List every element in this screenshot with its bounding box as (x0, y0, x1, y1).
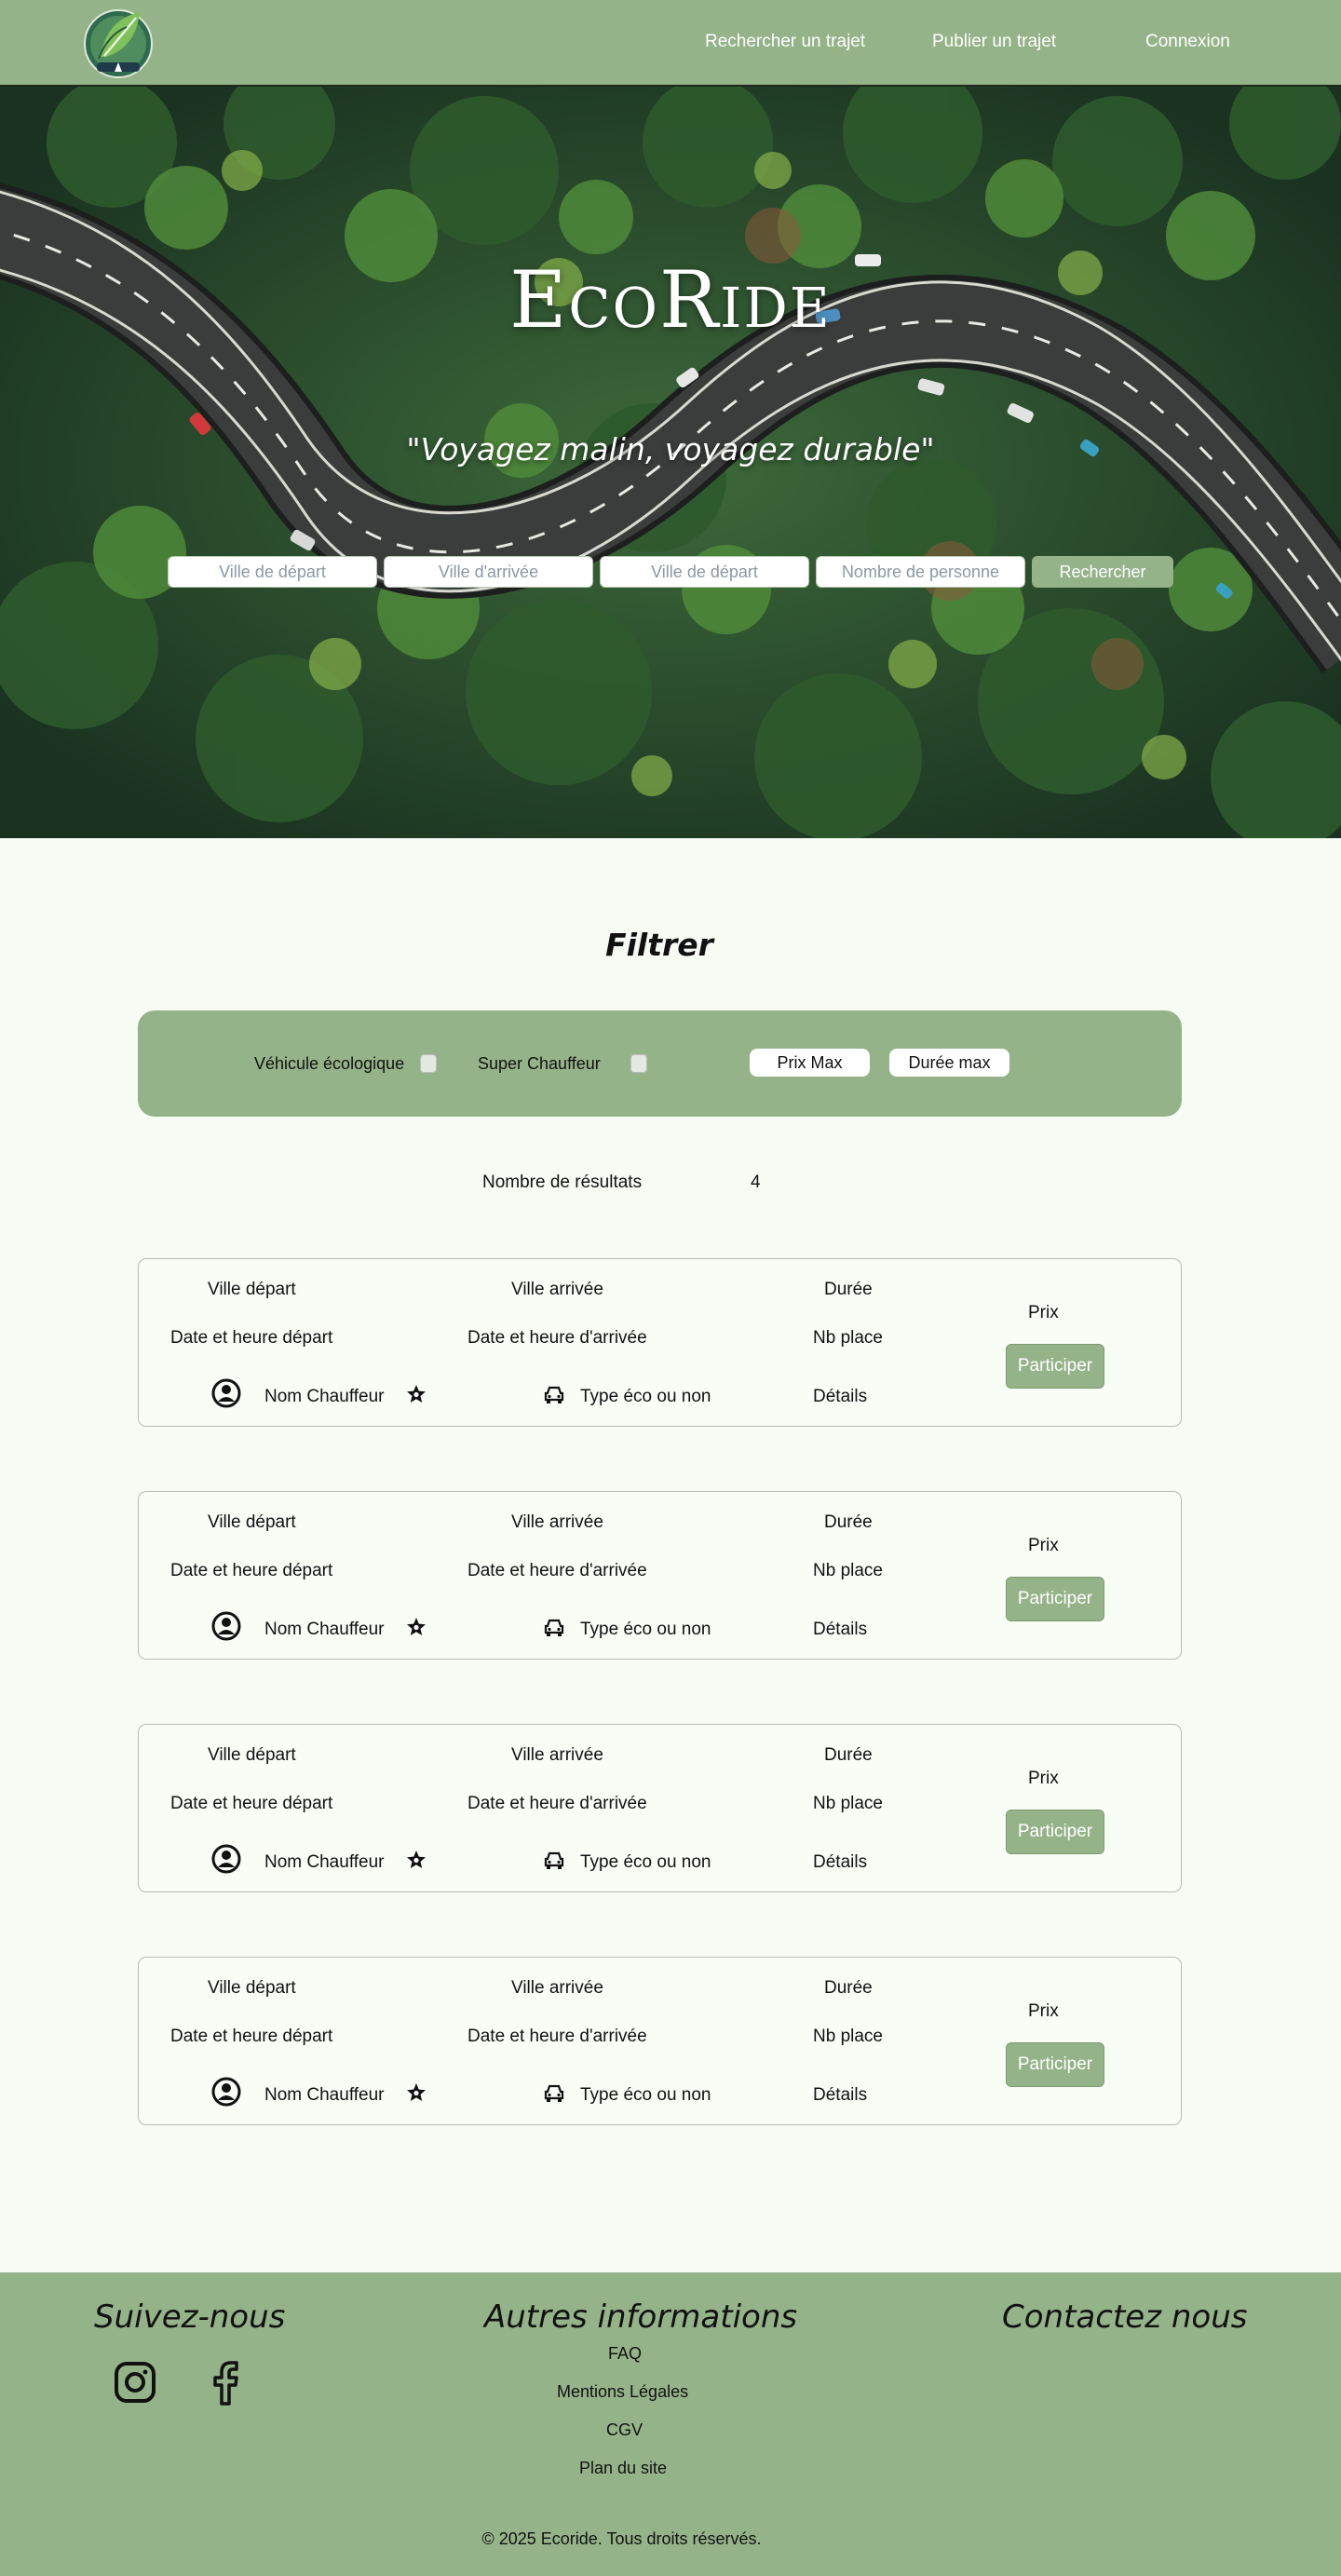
trip-duration: Durée (824, 1745, 873, 1765)
trip-details-link[interactable]: Détails (813, 1852, 867, 1873)
departure-city: Ville départ (208, 1512, 296, 1532)
vehicle-type: Type éco ou non (580, 1620, 711, 1639)
nav-search-trip[interactable]: Rechercher un trajet (705, 32, 865, 52)
trip-duration: Durée (824, 1280, 873, 1299)
trip-card: Ville départ Ville arrivée Durée Prix Da… (138, 1491, 1182, 1660)
price-max-filter[interactable]: Prix Max (750, 1049, 870, 1077)
nav-login[interactable]: Connexion (1145, 32, 1230, 52)
driver-name: Nom Chauffeur (264, 1852, 385, 1872)
departure-city: Ville départ (208, 1280, 296, 1299)
filter-panel: Véhicule écologique Super Chauffeur Prix… (138, 1010, 1182, 1117)
star-icon (407, 1618, 426, 1635)
arrival-datetime: Date et heure d'arrivée (467, 2027, 647, 2046)
nav-publish-trip[interactable]: Publier un trajet (932, 32, 1056, 52)
footer-link-faq[interactable]: FAQ (608, 2344, 642, 2364)
user-circle-icon (211, 1378, 241, 1408)
super-driver-label: Super Chauffeur (478, 1054, 601, 1073)
top-navbar: Rechercher un trajet Publier un trajet C… (0, 0, 1341, 87)
trip-card: Ville départ Ville arrivée Durée Prix Da… (138, 1724, 1182, 1892)
trip-card: Ville départ Ville arrivée Durée Prix Da… (138, 1957, 1182, 2125)
trip-price: Prix (1028, 1769, 1059, 1788)
departure-city: Ville départ (208, 1978, 296, 1998)
eco-vehicle-label: Véhicule écologique (254, 1054, 405, 1073)
trip-details-link[interactable]: Détails (813, 1620, 867, 1640)
available-seats: Nb place (813, 1328, 883, 1348)
participate-button[interactable]: Participer (1006, 2042, 1104, 2087)
participate-button[interactable]: Participer (1006, 1577, 1104, 1621)
site-footer: Suivez-nous Autres informations Contacte… (0, 2272, 1341, 2576)
vehicle-type: Type éco ou non (580, 2085, 711, 2105)
contact-us-title: Contactez nous (1002, 2298, 1248, 2336)
departure-datetime: Date et heure départ (170, 2027, 333, 2046)
instagram-icon[interactable] (114, 2361, 156, 2404)
star-icon (407, 1851, 426, 1868)
driver-name: Nom Chauffeur (264, 1620, 385, 1639)
user-circle-icon (211, 1844, 241, 1874)
arrival-datetime: Date et heure d'arrivée (467, 1794, 647, 1813)
arrival-datetime: Date et heure d'arrivée (467, 1328, 647, 1348)
star-icon (407, 2083, 426, 2101)
departure-datetime: Date et heure départ (170, 1328, 333, 1348)
passenger-count-input[interactable] (816, 556, 1025, 588)
available-seats: Nb place (813, 1561, 883, 1580)
car-icon (544, 1386, 564, 1403)
driver-name: Nom Chauffeur (264, 2085, 385, 2105)
car-icon (544, 1851, 564, 1869)
ecoride-logo[interactable] (82, 3, 155, 83)
available-seats: Nb place (813, 1794, 883, 1813)
hero-tagline: "Voyagez malin, voyagez durable" (406, 431, 935, 468)
hero-section: EcoRide "Voyagez malin, voyagez durable" (0, 87, 1341, 838)
eco-vehicle-checkbox[interactable] (420, 1054, 437, 1073)
arrival-city-input[interactable] (384, 556, 593, 588)
departure-datetime: Date et heure départ (170, 1561, 333, 1580)
filter-title: Filtrer (605, 927, 713, 963)
footer-link-sitemap[interactable]: Plan du site (579, 2459, 667, 2478)
departure-city: Ville départ (208, 1745, 296, 1765)
copyright-text: © 2025 Ecoride. Tous droits réservés. (481, 2529, 762, 2548)
departure-date-input[interactable] (600, 556, 809, 588)
footer-link-legal[interactable]: Mentions Légales (557, 2382, 688, 2402)
facebook-icon[interactable] (212, 2361, 238, 2406)
hero-title: EcoRide (509, 254, 832, 346)
departure-datetime: Date et heure départ (170, 1794, 333, 1813)
arrival-city: Ville arrivée (511, 1978, 603, 1998)
trip-duration: Durée (824, 1978, 873, 1998)
user-circle-icon (211, 1611, 241, 1641)
user-circle-icon (211, 2077, 241, 2107)
arrival-city: Ville arrivée (511, 1745, 603, 1765)
results-count-value: 4 (751, 1173, 761, 1192)
vehicle-type: Type éco ou non (580, 1852, 711, 1872)
star-icon (407, 1385, 426, 1403)
available-seats: Nb place (813, 2027, 883, 2046)
trip-details-link[interactable]: Détails (813, 1387, 867, 1407)
other-info-title: Autres informations (484, 2298, 798, 2336)
arrival-city: Ville arrivée (511, 1280, 603, 1299)
footer-link-cgv[interactable]: CGV (606, 2420, 643, 2440)
leaf-logo-icon (84, 9, 153, 78)
trip-details-link[interactable]: Détails (813, 2085, 867, 2106)
super-driver-checkbox[interactable] (630, 1054, 647, 1073)
arrival-datetime: Date et heure d'arrivée (467, 1561, 647, 1580)
trip-price: Prix (1028, 1303, 1059, 1322)
participate-button[interactable]: Participer (1006, 1810, 1104, 1854)
participate-button[interactable]: Participer (1006, 1344, 1104, 1389)
search-button[interactable]: Rechercher (1032, 556, 1173, 588)
car-icon (544, 1619, 564, 1636)
trip-duration: Durée (824, 1512, 873, 1532)
follow-us-title: Suivez-nous (94, 2298, 286, 2336)
departure-city-input[interactable] (168, 556, 377, 588)
trip-price: Prix (1028, 1536, 1059, 1555)
duration-max-filter[interactable]: Durée max (889, 1049, 1009, 1077)
results-count-label: Nombre de résultats (482, 1173, 643, 1192)
arrival-city: Ville arrivée (511, 1512, 603, 1532)
trip-price: Prix (1028, 2001, 1059, 2021)
driver-name: Nom Chauffeur (264, 1387, 385, 1406)
trip-card: Ville départ Ville arrivée Durée Prix Da… (138, 1258, 1182, 1427)
vehicle-type: Type éco ou non (580, 1387, 711, 1406)
car-icon (544, 2084, 564, 2102)
